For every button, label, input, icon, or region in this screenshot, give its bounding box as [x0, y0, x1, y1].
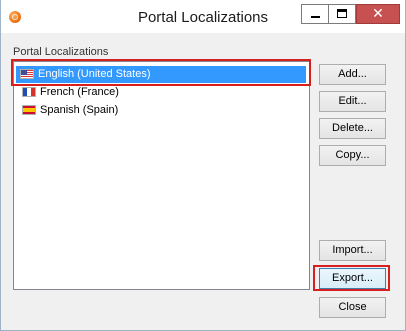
close-button[interactable]: Close — [319, 297, 386, 318]
portal-localizations-dialog: Portal Localizations ✕ Portal Localizati… — [0, 0, 406, 331]
selected-item-highlight — [11, 59, 311, 86]
add-button[interactable]: Add... — [319, 64, 386, 85]
spain-flag-icon — [22, 105, 36, 115]
export-button-highlight — [313, 265, 390, 291]
france-flag-icon — [22, 87, 36, 97]
maximize-icon — [337, 9, 347, 18]
title-bar[interactable]: Portal Localizations ✕ — [1, 0, 405, 33]
list-item-label: Spanish (Spain) — [40, 104, 119, 116]
localizations-list[interactable]: English (United States) French (France) … — [13, 61, 310, 290]
minimize-icon — [311, 16, 320, 18]
minimize-button[interactable] — [301, 4, 329, 24]
copy-button[interactable]: Copy... — [319, 145, 386, 166]
localizations-group-label: Portal Localizations — [13, 46, 109, 58]
maximize-button[interactable] — [329, 4, 356, 24]
import-button[interactable]: Import... — [319, 240, 386, 261]
close-icon: ✕ — [372, 6, 384, 22]
list-item-label: French (France) — [40, 86, 119, 98]
delete-button[interactable]: Delete... — [319, 118, 386, 139]
edit-button[interactable]: Edit... — [319, 91, 386, 112]
close-window-button[interactable]: ✕ — [356, 4, 400, 24]
